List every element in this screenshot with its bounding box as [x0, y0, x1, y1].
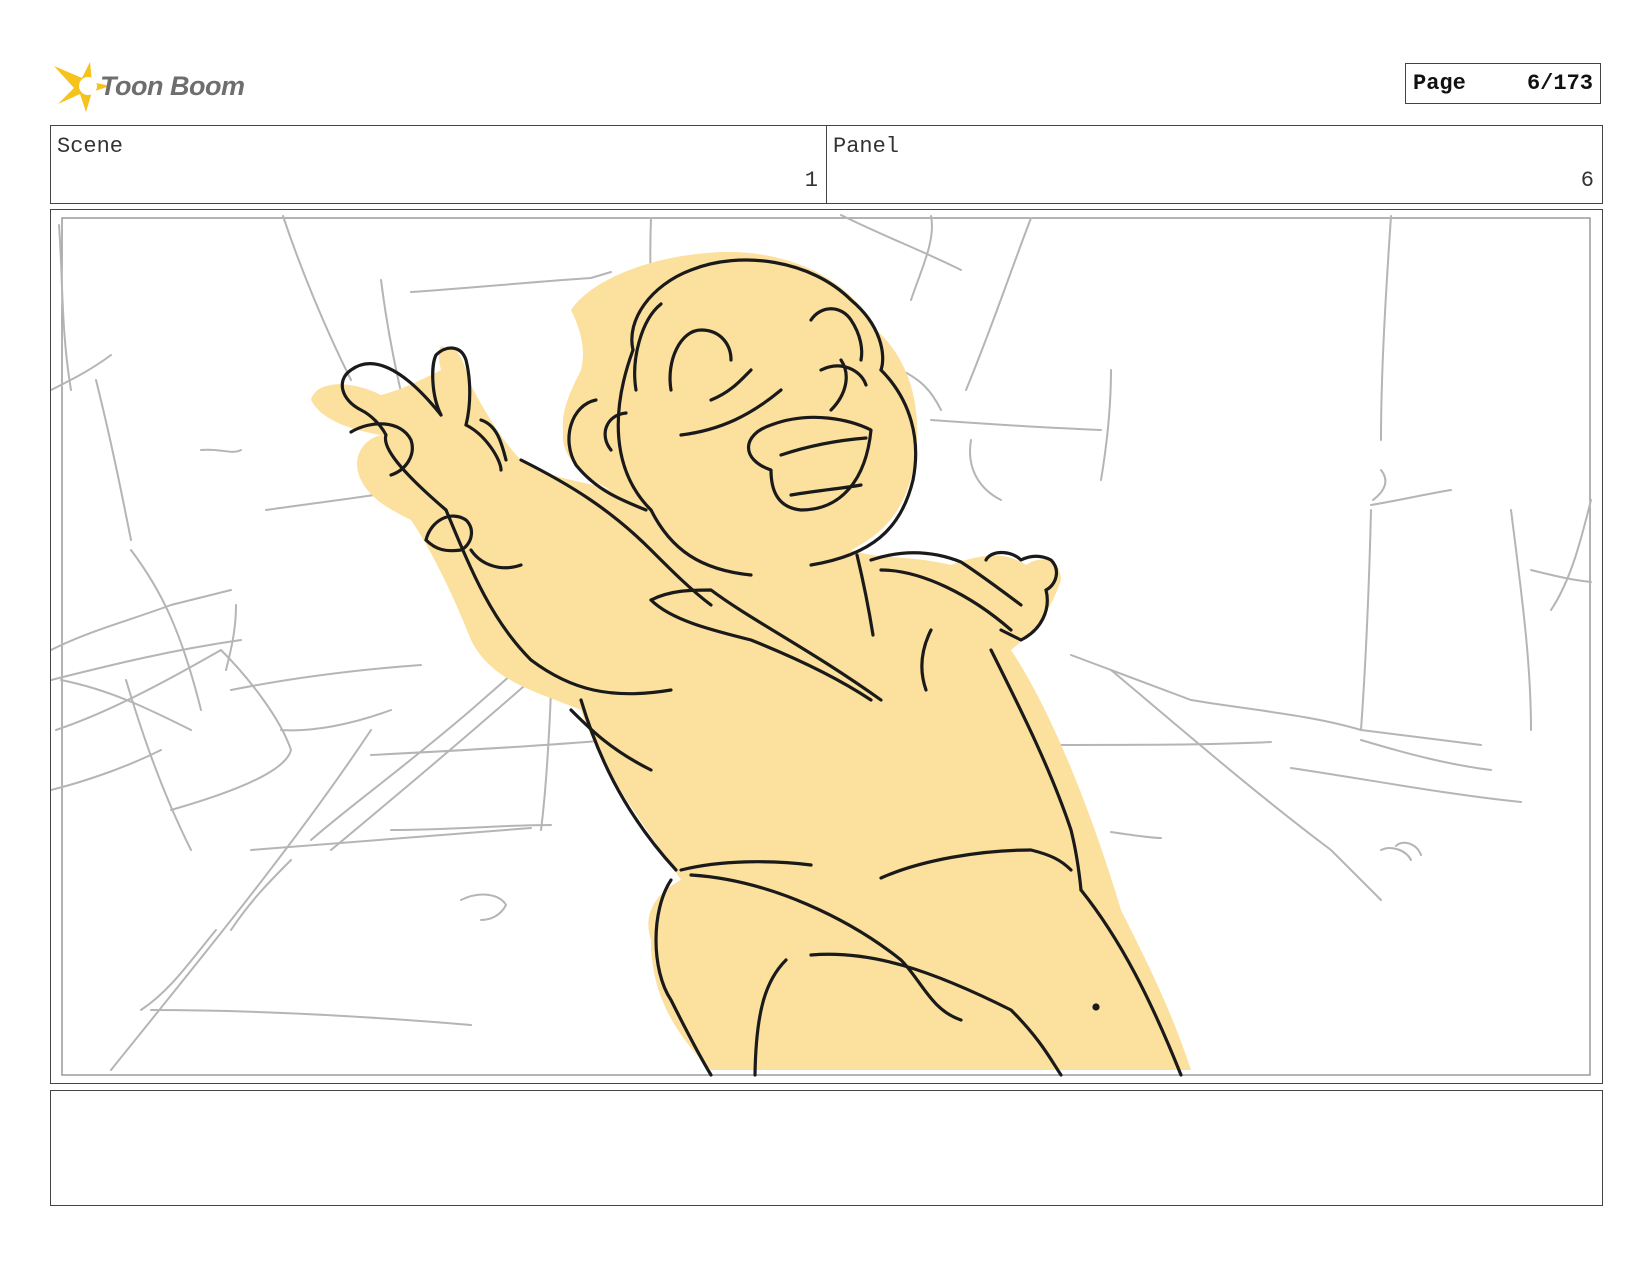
- character-fill: [311, 251, 1191, 1070]
- storyboard-panel: [50, 209, 1603, 1084]
- scene-label: Scene: [57, 134, 124, 159]
- toon-boom-logo: Toon Boom: [52, 58, 262, 114]
- panel-number: 6: [1580, 168, 1594, 193]
- scene-cell: Scene 1: [51, 126, 826, 203]
- brand-name: Toon Boom: [100, 70, 245, 101]
- panel-drawing: [51, 214, 1592, 1077]
- page-indicator: Page 6/173: [1405, 63, 1601, 104]
- panel-cell: Panel 6: [826, 126, 1602, 203]
- scene-number: 1: [804, 168, 818, 193]
- scene-panel-header: Scene 1 Panel 6: [50, 125, 1603, 204]
- panel-notes-box[interactable]: [50, 1090, 1603, 1206]
- page-label: Page: [1413, 71, 1466, 96]
- panel-label: Panel: [833, 134, 900, 159]
- page-number: 6/173: [1526, 71, 1593, 96]
